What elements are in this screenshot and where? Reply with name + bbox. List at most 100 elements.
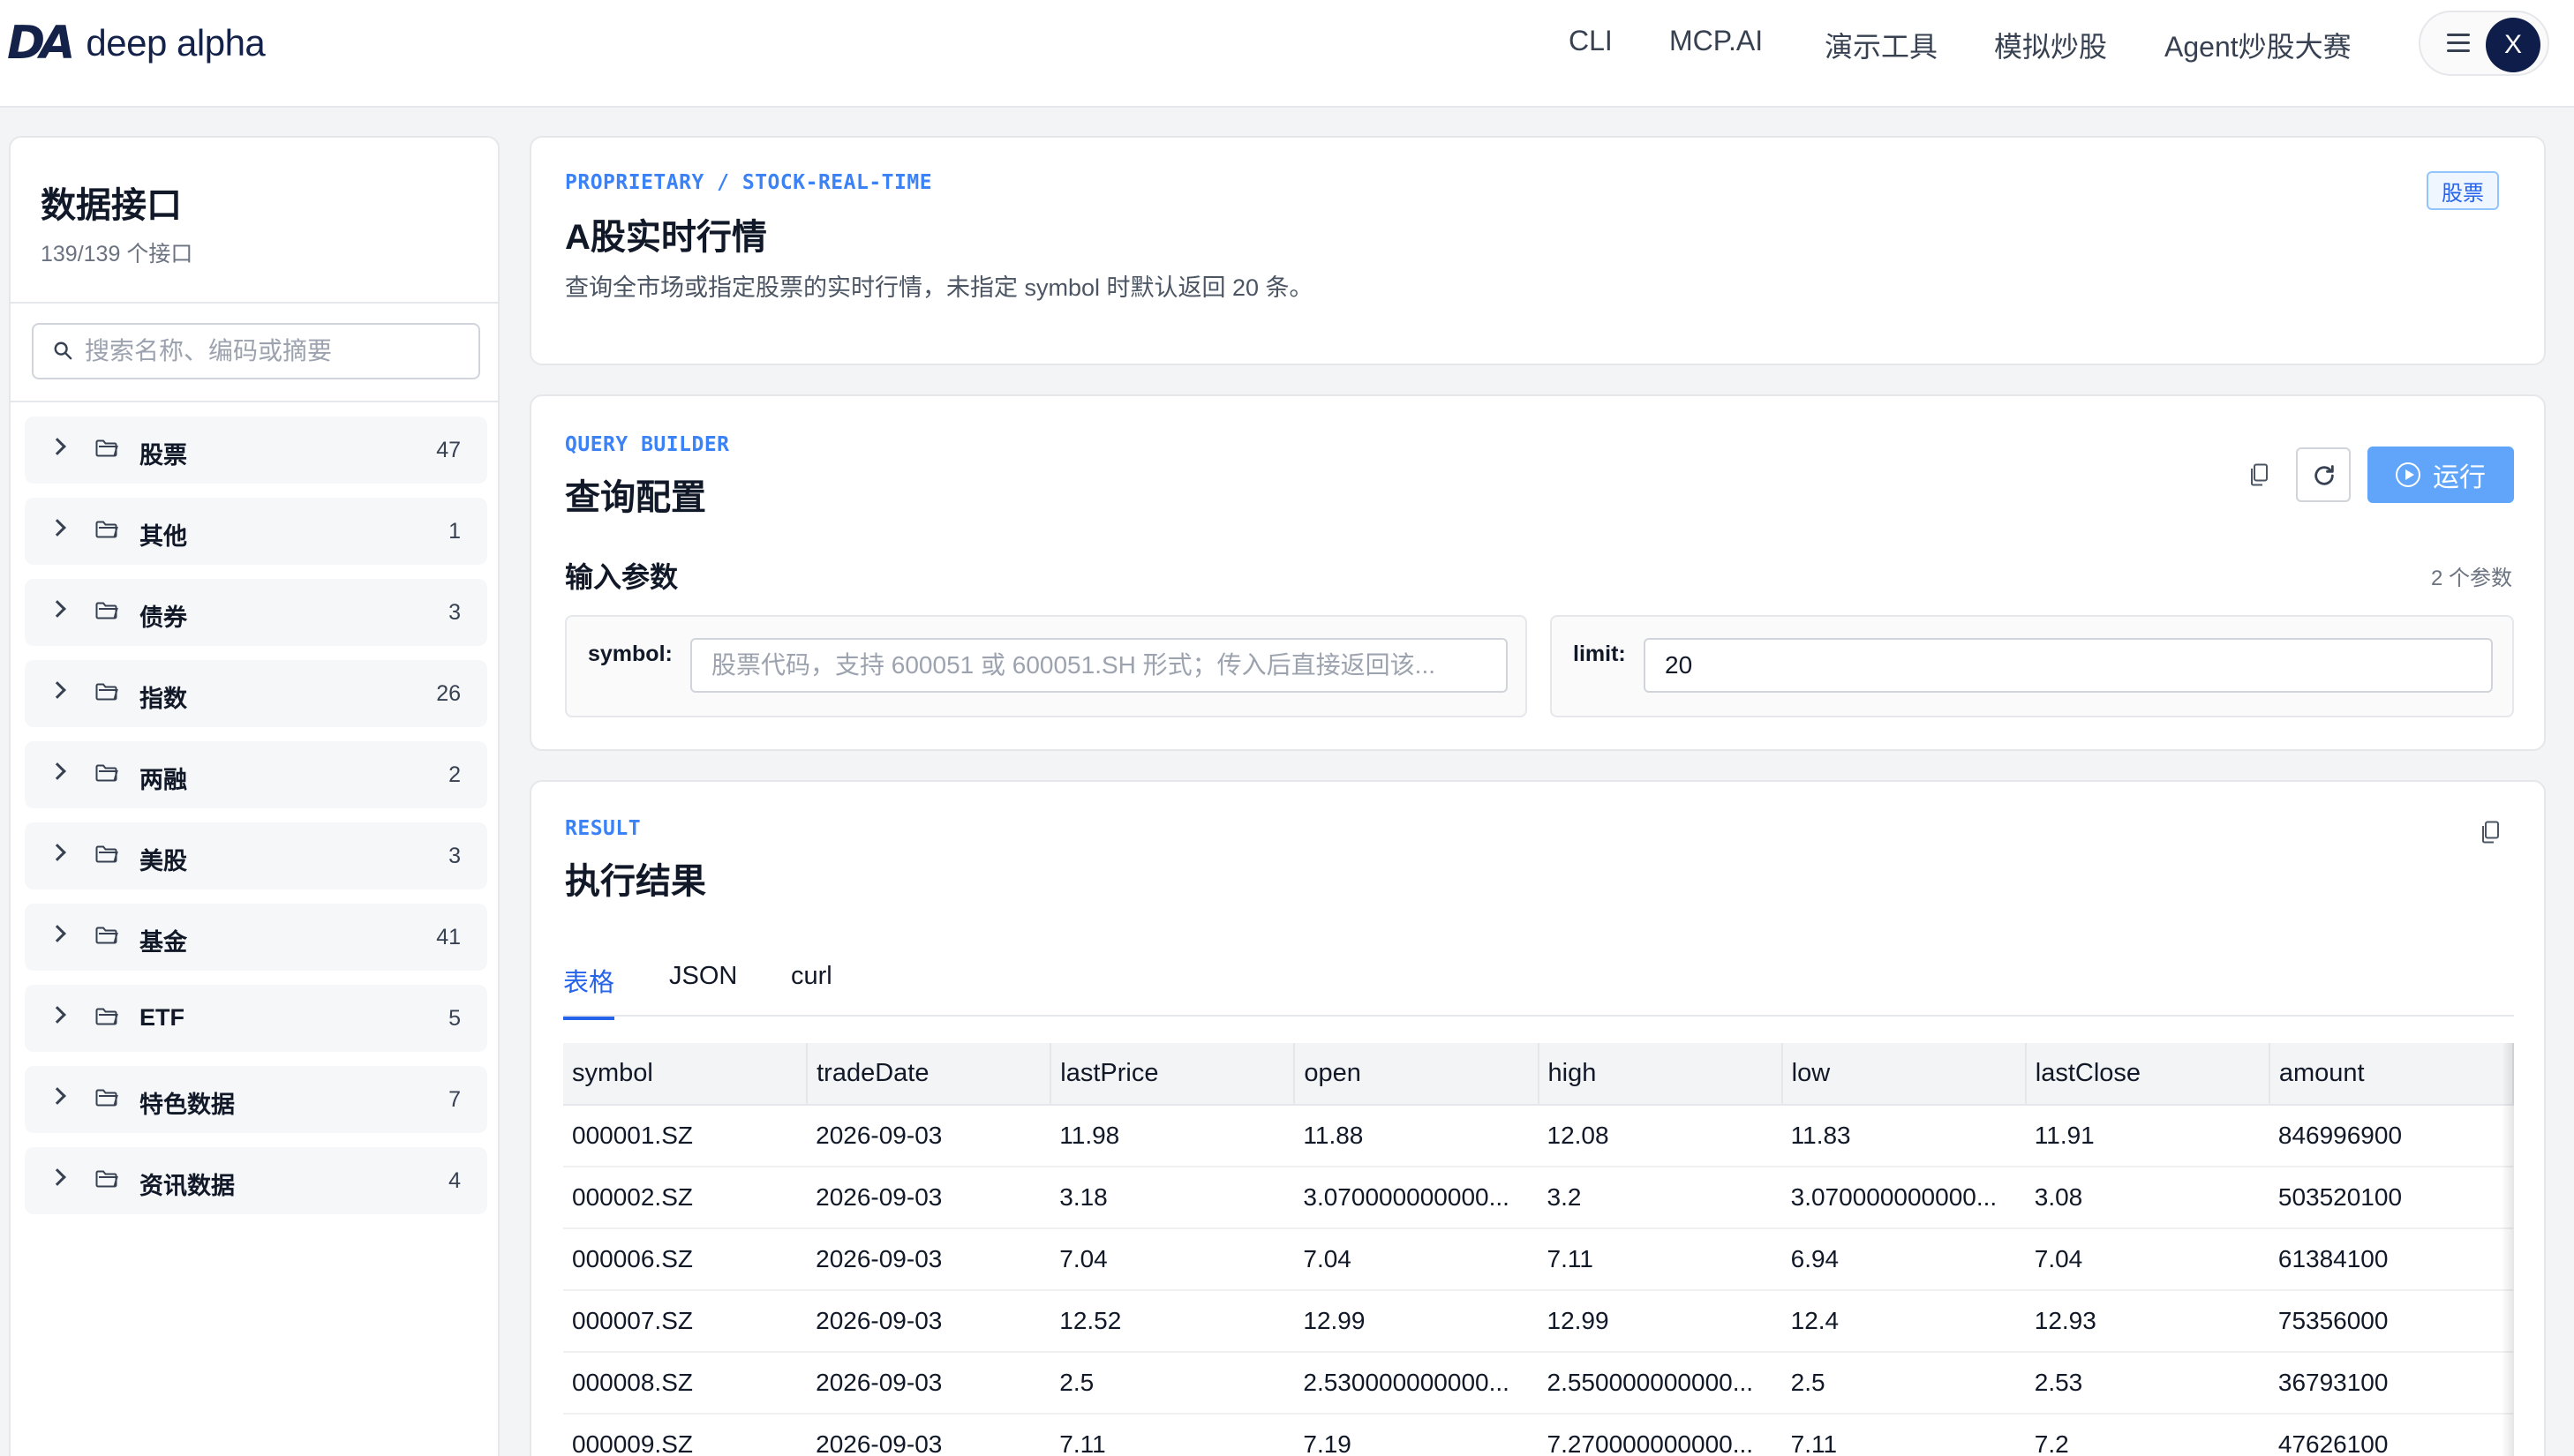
divider	[11, 302, 498, 304]
folder-icon	[95, 1008, 118, 1025]
column-header[interactable]: lastPrice	[1050, 1043, 1296, 1106]
category-label: 基金	[139, 929, 187, 956]
column-header[interactable]: amount	[2269, 1043, 2514, 1106]
table-cell: 7.270000000000...	[1538, 1414, 1782, 1456]
nav-mcp-ai[interactable]: MCP.AI	[1669, 25, 1763, 57]
folder-icon	[95, 927, 118, 944]
folder-icon	[95, 683, 118, 701]
table-row[interactable]: 000009.SZ 2026-09-03 7.11 7.19 7.27000000000…	[563, 1414, 2513, 1456]
menu-icon[interactable]	[2447, 34, 2470, 55]
sidebar-category[interactable]: 特色数据 7	[25, 1066, 487, 1133]
sidebar: 数据接口 139/139 个接口 股票47其他1债券3指数26两融2美股3基金4…	[9, 136, 500, 1456]
query-title: 查询配置	[565, 478, 706, 517]
table-row[interactable]: 000007.SZ 2026-09-03 12.52 12.99 12.99 12.4 12…	[563, 1290, 2513, 1353]
sidebar-category[interactable]: 股票 47	[25, 417, 487, 484]
table-cell: 2.5	[1781, 1352, 2026, 1415]
table-cell: 3.070000000000...	[1781, 1167, 2026, 1229]
logo[interactable]: DA deep alpha	[7, 16, 266, 71]
category-label: 特色数据	[139, 1092, 235, 1118]
search-input[interactable]	[85, 334, 464, 369]
table-cell: 2.5	[1050, 1352, 1295, 1415]
sidebar-category[interactable]: 资讯数据 4	[25, 1147, 487, 1214]
table-cell: 12.52	[1050, 1290, 1295, 1353]
chevron-right-icon	[49, 681, 66, 699]
category-label: 指数	[139, 686, 187, 712]
table-cell: 2026-09-03	[807, 1414, 1051, 1456]
params-label: 输入参数	[565, 561, 679, 593]
result-title: 执行结果	[565, 862, 706, 901]
folder-icon	[95, 521, 118, 538]
table-cell: 11.98	[1050, 1105, 1295, 1167]
divider	[11, 401, 498, 402]
table-cell: 7.11	[1781, 1414, 2026, 1456]
tab-curl[interactable]: curl	[791, 962, 832, 1009]
table-cell: 7.19	[1294, 1414, 1539, 1456]
nav-agent-contest[interactable]: Agent炒股大赛	[2164, 25, 2352, 65]
column-header[interactable]: open	[1294, 1043, 1539, 1106]
symbol-input[interactable]	[690, 638, 1508, 693]
run-button[interactable]: 运行	[2367, 447, 2514, 503]
scroll-shadow	[2502, 1043, 2514, 1456]
category-count: 47	[436, 438, 461, 462]
category-count: 4	[448, 1168, 461, 1193]
chevron-right-icon	[49, 600, 66, 618]
chevron-right-icon	[49, 844, 66, 861]
sidebar-category[interactable]: 美股 3	[25, 822, 487, 889]
category-label: 美股	[139, 848, 187, 874]
nav-cli[interactable]: CLI	[1569, 25, 1613, 57]
endpoint-card: PROPRIETARY / STOCK-REAL-TIME A股实时行情 查询全…	[530, 136, 2546, 365]
user-menu[interactable]: X	[2419, 11, 2549, 76]
copy-icon[interactable]	[2249, 463, 2269, 486]
table-cell: 3.2	[1538, 1167, 1782, 1229]
column-header[interactable]: low	[1781, 1043, 2027, 1106]
table-cell: 000008.SZ	[563, 1352, 808, 1415]
play-icon	[2396, 462, 2420, 487]
params-count: 2 个参数	[2430, 567, 2512, 590]
sidebar-category[interactable]: ETF 5	[25, 985, 487, 1052]
param-label-limit: limit:	[1573, 642, 1626, 666]
category-count: 41	[436, 925, 461, 949]
folder-icon	[95, 1089, 118, 1107]
reset-button[interactable]	[2296, 447, 2351, 502]
sidebar-category[interactable]: 其他 1	[25, 498, 487, 565]
table-cell: 12.4	[1781, 1290, 2026, 1353]
limit-input[interactable]	[1644, 638, 2493, 693]
column-header[interactable]: high	[1538, 1043, 1783, 1106]
column-header[interactable]: lastClose	[2025, 1043, 2270, 1106]
table-cell: 75356000	[2269, 1290, 2513, 1353]
tab-table[interactable]: 表格	[563, 962, 615, 1020]
nav-demo-tools[interactable]: 演示工具	[1825, 25, 1938, 65]
folder-icon	[95, 439, 118, 457]
table-cell: 11.91	[2025, 1105, 2269, 1167]
run-button-label: 运行	[2433, 463, 2486, 492]
tab-json[interactable]: JSON	[669, 962, 737, 1009]
sidebar-category[interactable]: 基金 41	[25, 904, 487, 971]
copy-result-icon[interactable]	[2480, 821, 2500, 844]
table-cell: 12.99	[1538, 1290, 1782, 1353]
folder-icon	[95, 602, 118, 619]
table-cell: 6.94	[1781, 1228, 2026, 1291]
table-row[interactable]: 000008.SZ 2026-09-03 2.5 2.530000000000... 2…	[563, 1352, 2513, 1415]
table-row[interactable]: 000001.SZ 2026-09-03 11.98 11.88 12.08 11.83 1…	[563, 1105, 2513, 1167]
search-box[interactable]	[32, 323, 480, 379]
table-row[interactable]: 000002.SZ 2026-09-03 3.18 3.070000000000...…	[563, 1167, 2513, 1229]
logo-text: deep alpha	[86, 22, 266, 64]
sidebar-category[interactable]: 指数 26	[25, 660, 487, 727]
table-cell: 2.53	[2025, 1352, 2269, 1415]
table-cell: 503520100	[2269, 1167, 2513, 1229]
table-cell: 000001.SZ	[563, 1105, 808, 1167]
folder-icon	[95, 1170, 118, 1188]
result-tabs: 表格 JSON curl	[563, 955, 2514, 1020]
column-header[interactable]: symbol	[563, 1043, 809, 1106]
folder-icon	[95, 845, 118, 863]
table-row[interactable]: 000006.SZ 2026-09-03 7.04 7.04 7.11 6.94 7.04 6…	[563, 1228, 2513, 1291]
category-label: 资讯数据	[139, 1173, 235, 1199]
search-icon	[54, 341, 72, 360]
column-header[interactable]: tradeDate	[807, 1043, 1052, 1106]
sidebar-category[interactable]: 两融 2	[25, 741, 487, 808]
result-table-container[interactable]: symbol tradeDate lastPrice open high low lastC…	[563, 1043, 2514, 1456]
avatar[interactable]: X	[2486, 18, 2540, 72]
table-cell: 2.530000000000...	[1294, 1352, 1539, 1415]
sidebar-category[interactable]: 债券 3	[25, 579, 487, 646]
nav-simulated-trading[interactable]: 模拟炒股	[1994, 25, 2107, 65]
